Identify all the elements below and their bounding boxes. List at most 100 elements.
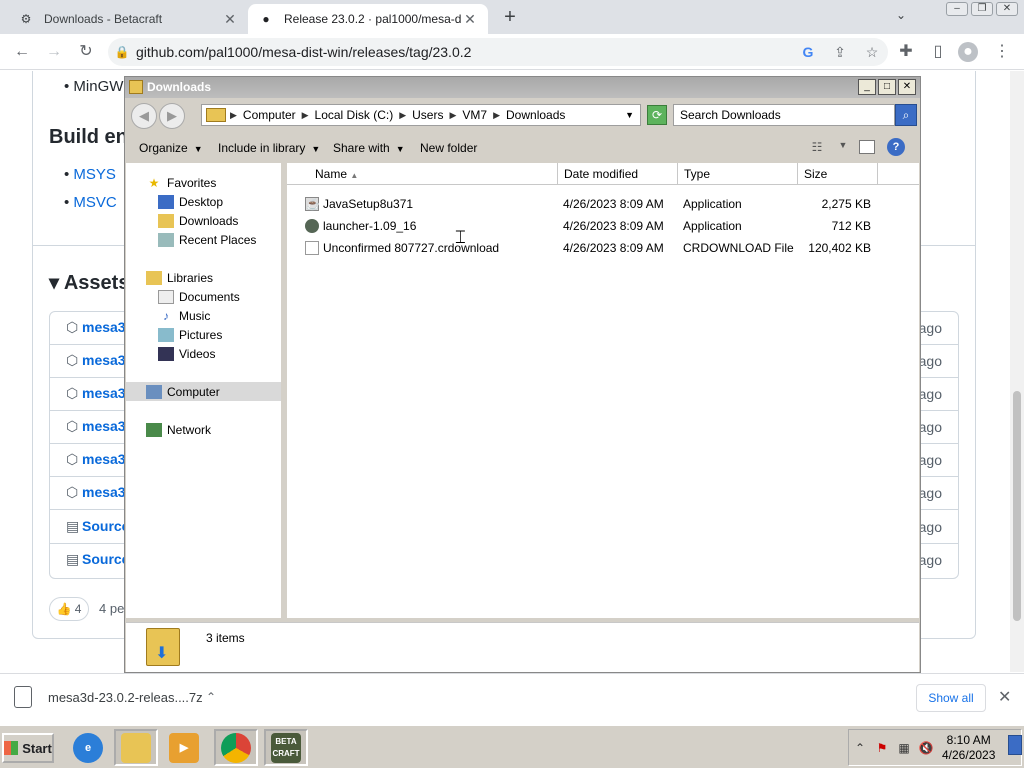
bullet-item: • MinGW (64, 78, 124, 95)
nav-desktop[interactable]: Desktop (158, 192, 223, 211)
close-tab-icon[interactable]: ✕ (222, 11, 238, 28)
explorer-titlebar[interactable]: Downloads _ □ ✕ (125, 77, 920, 98)
bullet-link[interactable]: • MSVC (64, 194, 117, 211)
refresh-icon[interactable]: ⟳ (647, 105, 667, 125)
google-icon[interactable]: G (792, 44, 824, 60)
chevron-down-icon[interactable]: ▼ (835, 140, 851, 154)
change-view-icon[interactable]: ☷ (809, 140, 825, 154)
network-tray-icon[interactable]: ▦ (893, 741, 915, 755)
restore-button[interactable]: ❐ (971, 2, 993, 16)
command-bar: Organize ▼ Include in library ▼ Share with… (125, 132, 920, 163)
menu-kebab-icon[interactable]: ⋮ (992, 42, 1012, 62)
taskbar-ie[interactable]: e (66, 729, 110, 766)
column-size[interactable]: Size (798, 163, 878, 185)
scrollbar-thumb[interactable] (1013, 391, 1021, 621)
search-input[interactable]: Search Downloads (673, 104, 895, 126)
show-hidden-icons-chevron-icon[interactable]: ⌃ (849, 741, 871, 755)
tab-github-release[interactable]: ● Release 23.0.2 · pal1000/mesa-dist ✕ (248, 4, 488, 34)
column-date-modified[interactable]: Date modified (558, 163, 678, 185)
nav-favorites[interactable]: ★ Favorites (146, 173, 217, 192)
nav-recent-places[interactable]: Recent Places (158, 230, 256, 249)
forward-button[interactable]: ▶ (159, 103, 185, 129)
nav-network[interactable]: Network (146, 420, 211, 439)
extensions-puzzle-icon[interactable]: ✚ (896, 42, 916, 62)
search-icon[interactable]: ⌕ (895, 104, 917, 126)
nav-downloads[interactable]: Downloads (158, 211, 238, 230)
nav-documents[interactable]: Documents (158, 287, 240, 306)
show-desktop-button[interactable] (1008, 735, 1022, 755)
lock-icon[interactable]: 🔒 (108, 45, 136, 59)
share-with-button[interactable]: Share with ▼ (333, 141, 405, 155)
chevron-right-icon[interactable]: ▶ (399, 110, 406, 121)
breadcrumb-downloads[interactable]: Downloads (506, 108, 565, 122)
include-in-library-button[interactable]: Include in library ▼ (218, 141, 320, 155)
forward-icon[interactable]: → (44, 42, 64, 62)
back-icon[interactable]: ← (12, 42, 32, 62)
tab-search-chevron-icon[interactable]: ⌄ (896, 8, 906, 22)
help-icon[interactable]: ? (887, 138, 905, 156)
package-icon: ⬡ (66, 385, 79, 401)
new-folder-button[interactable]: New folder (420, 141, 477, 155)
navigation-pane: ★ Favorites Desktop Downloads Recent Plac… (126, 163, 284, 618)
column-type[interactable]: Type (678, 163, 798, 185)
bullet-link[interactable]: • MSYS (64, 166, 116, 183)
minimize-button[interactable]: _ (858, 79, 876, 95)
back-button[interactable]: ◀ (131, 103, 157, 129)
maximize-button[interactable]: □ (878, 79, 896, 95)
assets-heading[interactable]: ▾ Assets (49, 270, 129, 295)
start-button[interactable]: Start (2, 733, 54, 763)
chevron-down-icon: ▼ (311, 144, 321, 154)
close-icon[interactable]: ✕ (998, 687, 1011, 707)
preview-pane-icon[interactable] (859, 140, 875, 154)
taskbar-media-player[interactable]: ▶ (162, 729, 206, 766)
breadcrumb-vm7[interactable]: VM7 (462, 108, 487, 122)
breadcrumb-users[interactable]: Users (412, 108, 443, 122)
page-scrollbar[interactable] (1010, 71, 1024, 672)
reload-icon[interactable]: ↻ (76, 42, 96, 62)
download-item[interactable]: mesa3d-23.0.2-releas....7z (14, 686, 203, 708)
minimize-button[interactable]: – (946, 2, 968, 16)
chevron-right-icon[interactable]: ▶ (449, 110, 456, 121)
column-name[interactable]: Name ▲ (287, 163, 558, 185)
close-window-button[interactable]: ✕ (996, 2, 1018, 16)
breadcrumb-local-disk[interactable]: Local Disk (C:) (315, 108, 394, 122)
close-tab-icon[interactable]: ✕ (462, 11, 478, 28)
action-center-icon[interactable]: ⚑ (871, 741, 893, 755)
file-row[interactable]: launcher-1.09_16 4/26/2023 8:09 AM Appli… (287, 215, 919, 237)
explorer-window: Downloads _ □ ✕ ◀ ▶ ▶ Computer ▶ Local D… (124, 76, 921, 673)
new-tab-button[interactable]: + (498, 6, 522, 29)
breadcrumb-computer[interactable]: Computer (243, 108, 296, 122)
nav-computer[interactable]: Computer (126, 382, 281, 401)
file-row[interactable]: ☕ JavaSetup8u371 4/26/2023 8:09 AM Appli… (287, 193, 919, 215)
show-all-button[interactable]: Show all (916, 684, 986, 712)
close-button[interactable]: ✕ (898, 79, 916, 95)
nav-libraries[interactable]: Libraries (146, 268, 213, 287)
share-icon[interactable]: ⇪ (824, 44, 856, 61)
chevron-up-icon[interactable]: ⌃ (206, 690, 216, 704)
music-icon: ♪ (163, 308, 169, 323)
taskbar-chrome[interactable] (214, 729, 258, 766)
reaction-button[interactable]: 👍 4 (49, 597, 89, 621)
chevron-right-icon[interactable]: ▶ (302, 110, 309, 121)
nav-music[interactable]: ♪ Music (158, 306, 210, 325)
taskbar-explorer[interactable] (114, 729, 158, 766)
tab-betacraft[interactable]: ⚙ Downloads - Betacraft ✕ (8, 4, 248, 34)
profile-avatar-icon[interactable]: ● (958, 42, 978, 62)
side-panel-icon[interactable]: ▯ (928, 42, 948, 62)
chevron-down-icon[interactable]: ▼ (625, 110, 634, 120)
organize-button[interactable]: Organize ▼ (139, 141, 203, 155)
sort-ascending-icon: ▲ (350, 171, 359, 180)
file-row[interactable]: Unconfirmed 807727.crdownload 4/26/2023 … (287, 237, 919, 259)
taskbar-betacraft[interactable]: BETA CRAFT (264, 729, 308, 766)
chevron-right-icon[interactable]: ▶ (230, 110, 237, 121)
bookmark-star-icon[interactable]: ☆ (856, 44, 888, 61)
nav-pictures[interactable]: Pictures (158, 325, 222, 344)
nav-videos[interactable]: Videos (158, 344, 215, 363)
file-zip-icon: ▤ (66, 551, 80, 567)
address-bar[interactable]: 🔒 github.com/pal1000/mesa-dist-win/relea… (108, 38, 888, 66)
volume-muted-icon[interactable]: 🔇 (915, 741, 937, 755)
folder-icon (129, 80, 143, 94)
clock[interactable]: 8:10 AM 4/26/2023 (942, 733, 995, 763)
breadcrumb-bar[interactable]: ▶ Computer ▶ Local Disk (C:) ▶ Users ▶ V… (201, 104, 641, 126)
chevron-right-icon[interactable]: ▶ (493, 110, 500, 121)
